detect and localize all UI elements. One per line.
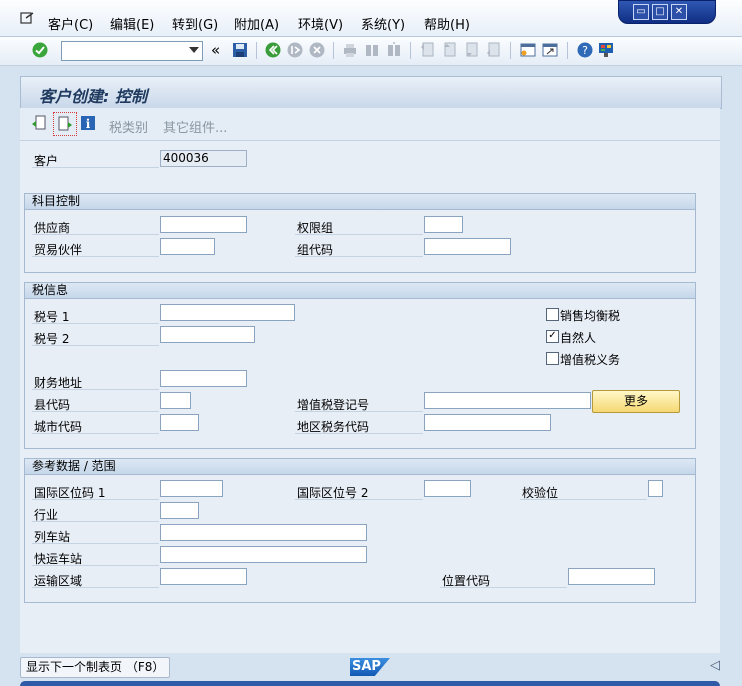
find-next-icon[interactable] — [386, 42, 402, 58]
menu-goto[interactable]: 转到(G) — [172, 14, 218, 33]
other-components-button[interactable]: 其它组件... — [163, 117, 227, 136]
transport-zone-input[interactable] — [160, 568, 247, 585]
command-field[interactable] — [61, 41, 203, 61]
county-code-input[interactable] — [160, 392, 191, 409]
tax-info-title: 税信息 — [25, 283, 695, 299]
collapse-command-icon[interactable]: « — [211, 41, 220, 59]
previous-page-icon[interactable] — [441, 42, 457, 58]
maximize-icon[interactable]: □ — [652, 4, 668, 20]
menu-extras[interactable]: 附加(A) — [234, 14, 279, 33]
cancel-icon[interactable] — [309, 42, 325, 58]
menu-system[interactable]: 系统(Y) — [361, 14, 405, 33]
customize-layout-icon[interactable] — [598, 42, 614, 58]
info-icon[interactable]: i — [80, 115, 96, 131]
screen-title-bar: 客户创建: 控制 — [20, 76, 722, 109]
restore-icon[interactable]: ▭ — [633, 4, 649, 20]
customer-number-field: 400036 — [160, 150, 247, 167]
intl-location-2-input[interactable] — [424, 480, 471, 497]
print-icon[interactable] — [342, 42, 358, 58]
city-code-input[interactable] — [160, 414, 199, 431]
equalization-tax-checkbox[interactable] — [546, 308, 559, 321]
account-control-title: 科目控制 — [25, 194, 695, 210]
document-back-icon[interactable] — [31, 115, 47, 131]
menu-help[interactable]: 帮助(H) — [424, 14, 470, 33]
back-icon[interactable] — [265, 42, 281, 58]
check-digit-input[interactable] — [648, 480, 663, 497]
sap-menu-icon[interactable] — [20, 12, 34, 24]
page-title: 客户创建: 控制 — [39, 87, 147, 106]
help-icon[interactable]: ? — [577, 42, 593, 58]
group-key-input[interactable] — [424, 238, 511, 255]
enter-checkmark-icon[interactable] — [32, 42, 48, 58]
chevron-down-icon[interactable] — [189, 47, 199, 53]
svg-text:i: i — [86, 117, 91, 131]
close-icon[interactable]: ✕ — [671, 4, 687, 20]
first-page-icon[interactable] — [419, 42, 435, 58]
window-controls: ▭ □ ✕ — [618, 0, 716, 24]
vendor-input[interactable] — [160, 216, 247, 233]
tax-category-button[interactable]: 税类别 — [109, 117, 148, 136]
collapse-status-icon[interactable]: ◁ — [710, 658, 720, 673]
vat-registration-input[interactable] — [424, 392, 591, 409]
save-icon[interactable] — [232, 42, 248, 58]
tax-number-1-input[interactable] — [160, 304, 295, 321]
tax-jurisdiction-input[interactable] — [424, 414, 551, 431]
tax-number-2-input[interactable] — [160, 326, 255, 343]
vat-liable-checkbox[interactable] — [546, 352, 559, 365]
new-session-icon[interactable] — [520, 42, 536, 58]
express-station-input[interactable] — [160, 546, 367, 563]
exit-icon[interactable] — [287, 42, 303, 58]
natural-person-label: 自然人 — [560, 331, 597, 345]
vat-liable-label: 增值税义务 — [560, 353, 621, 367]
menu-environment[interactable]: 环境(V) — [298, 14, 343, 33]
standard-toolbar: « ? — [0, 37, 742, 66]
fiscal-address-input[interactable] — [160, 370, 247, 387]
equalization-tax-label: 销售均衡税 — [560, 309, 621, 323]
intl-location-1-input[interactable] — [160, 480, 223, 497]
natural-person-checkbox[interactable]: ✓ — [546, 330, 559, 343]
menu-edit[interactable]: 编辑(E) — [110, 14, 154, 33]
create-shortcut-icon[interactable] — [542, 42, 558, 58]
train-station-input[interactable] — [160, 524, 367, 541]
find-icon[interactable] — [364, 42, 380, 58]
bottom-frame — [20, 681, 720, 686]
more-button[interactable]: 更多 — [592, 390, 680, 413]
menu-bar: 客户(C) 编辑(E) 转到(G) 附加(A) 环境(V) 系统(Y) 帮助(H… — [0, 0, 742, 37]
trading-partner-input[interactable] — [160, 238, 215, 255]
document-forward-icon — [58, 116, 72, 131]
next-page-icon[interactable] — [463, 42, 479, 58]
industry-input[interactable] — [160, 502, 199, 519]
authorization-group-input[interactable] — [424, 216, 463, 233]
menu-customer[interactable]: 客户(C) — [48, 14, 93, 33]
application-toolbar: i 税类别 其它组件... — [20, 108, 720, 141]
svg-text:?: ? — [582, 44, 588, 57]
account-control-group: 科目控制 — [24, 193, 696, 273]
document-forward-button[interactable] — [53, 112, 77, 136]
sap-logo: SAP — [350, 658, 390, 676]
last-page-icon[interactable] — [485, 42, 501, 58]
reference-data-title: 参考数据 / 范围 — [25, 459, 695, 475]
next-tab-button[interactable]: 显示下一个制表页 （F8） — [20, 657, 171, 678]
location-code-input[interactable] — [568, 568, 655, 585]
